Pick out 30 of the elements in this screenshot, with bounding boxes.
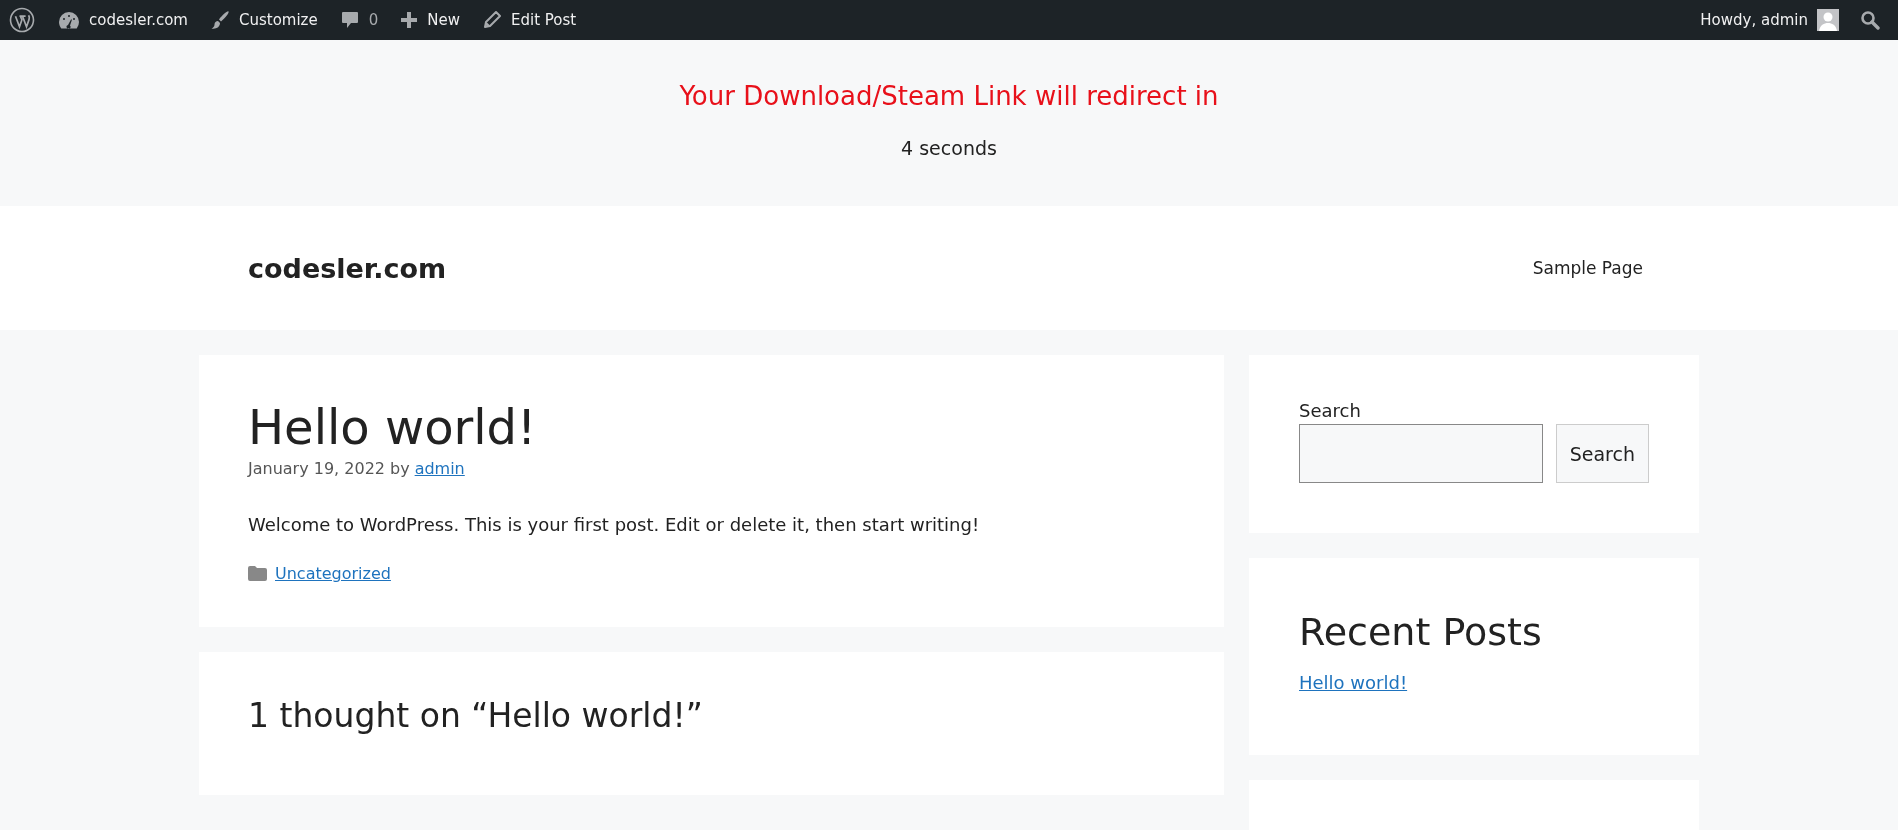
countdown-text: 4 seconds: [901, 137, 997, 159]
site-title[interactable]: codesler.com: [248, 252, 447, 284]
pencil-icon: [482, 10, 502, 30]
account-menu[interactable]: Howdy, admin: [1689, 0, 1850, 40]
plus-icon: [400, 11, 419, 29]
recent-post-link[interactable]: Hello world!: [1299, 672, 1408, 693]
search-icon: [1860, 10, 1880, 30]
comments-link[interactable]: 0: [328, 0, 390, 40]
dashboard-gauge-icon: [58, 10, 80, 30]
nav-link[interactable]: Sample Page: [1532, 258, 1643, 278]
customize-link[interactable]: Customize: [199, 0, 329, 40]
brush-icon: [210, 10, 230, 30]
comments-heading: 1 thought on “Hello world!”: [248, 696, 704, 735]
search-label: Search: [1299, 400, 1362, 421]
site-name-link[interactable]: codesler.com: [47, 0, 199, 40]
wordpress-logo-icon: [9, 7, 35, 33]
speech-bubble-icon: [339, 10, 360, 30]
redirect-message: Your Download/Steam Link will redirect in: [679, 80, 1219, 113]
new-content-link[interactable]: New: [389, 0, 471, 40]
widget-heading: Recent Posts: [1299, 610, 1543, 654]
search-submit-button[interactable]: Search: [1555, 424, 1649, 483]
post-title: Hello world!: [248, 398, 538, 457]
author-link[interactable]: admin: [414, 459, 465, 478]
post-body: Welcome to WordPress. This is your first post. Edit or delete it, then start writing!: [248, 514, 981, 535]
folder-icon: [248, 566, 267, 581]
category-link[interactable]: Uncategorized: [275, 564, 391, 583]
post-date: January 19, 2022: [248, 459, 385, 478]
search-field[interactable]: [1299, 424, 1543, 483]
edit-post-link[interactable]: Edit Post: [471, 0, 588, 40]
byline-text: by: [390, 459, 410, 478]
